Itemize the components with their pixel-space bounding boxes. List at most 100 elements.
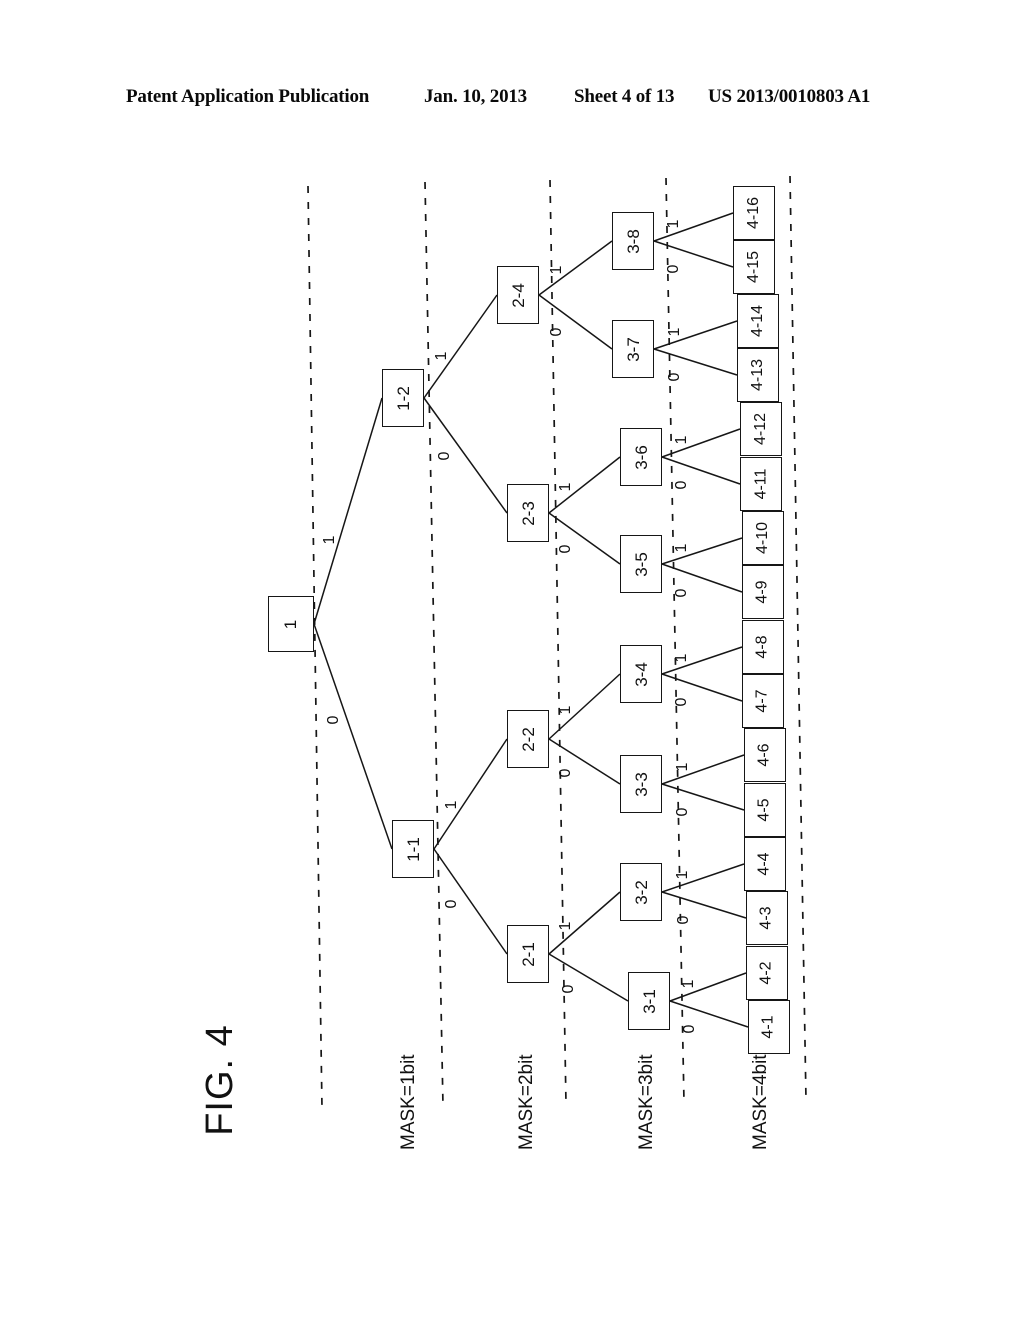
edge-bit-label-n-2-4-to-n-3-7: 0 [547, 327, 565, 337]
tree-node-label: 4-11 [752, 468, 769, 500]
divider-2 [549, 179, 567, 1105]
tree-node-4-14: 4-14 [737, 294, 779, 348]
tree-node-2-1: 2-1 [507, 925, 549, 983]
tree-edge-n-1-1-to-n-2-2 [433, 738, 508, 850]
edge-bit-label-n-3-1-to-n-4-1: 0 [680, 1024, 698, 1034]
tree-node-4-4: 4-4 [744, 837, 786, 891]
tree-node-label: 4-16 [745, 196, 762, 230]
tree-node-label: 4-8 [754, 635, 771, 659]
tree-node-label: 4-14 [749, 304, 766, 338]
tree-node-4-15: 4-15 [733, 240, 775, 294]
edge-bit-label-n-3-6-to-n-4-12: 1 [672, 436, 690, 445]
edge-bit-label-n-2-3-to-n-3-5: 0 [557, 544, 575, 554]
tree-node-label: 4-10 [754, 521, 771, 555]
tree-node-1-2: 1-2 [382, 369, 424, 427]
tree-node-label: 3-5 [631, 551, 651, 577]
tree-node-2-2: 2-2 [507, 710, 549, 768]
mask-column-label-mask-3bit: MASK=3bit [636, 1054, 657, 1150]
mask-column-label-mask-1bit: MASK=1bit [398, 1054, 419, 1150]
tree-edge-n-1-to-n-1-1 [313, 623, 393, 850]
edge-bit-label-n-1-1-to-n-2-2: 1 [442, 800, 460, 810]
tree-node-4-11: 4-11 [740, 457, 782, 511]
edge-bit-label-n-2-1-to-n-3-2: 1 [557, 921, 575, 931]
tree-node-4-3: 4-3 [746, 891, 788, 945]
edge-bit-label-n-3-1-to-n-4-2: 1 [679, 980, 697, 989]
tree-node-2-3: 2-3 [507, 484, 549, 542]
tree-node-label: 1-1 [403, 836, 423, 862]
edge-bit-label-n-3-4-to-n-4-8: 1 [673, 653, 691, 663]
tree-node-4-2: 4-2 [746, 946, 788, 1000]
edge-bit-label-n-2-4-to-n-3-8: 1 [547, 265, 565, 275]
tree-node-label: 3-4 [631, 661, 651, 687]
patent-figure-page: Patent Application Publication Jan. 10, … [0, 0, 1024, 1320]
tree-node-label: 4-6 [756, 743, 773, 767]
tree-node-1: 1 [268, 596, 314, 652]
tree-node-label: 3-3 [631, 771, 651, 797]
mask-column-label-mask-4bit: MASK=4bit [750, 1054, 771, 1150]
tree-node-4-1: 4-1 [748, 1000, 790, 1054]
tree-node-3-4: 3-4 [620, 645, 662, 703]
edge-bit-label-n-3-7-to-n-4-13: 0 [666, 372, 684, 382]
edge-bit-label-n-2-3-to-n-3-6: 1 [557, 482, 575, 492]
edge-bit-label-n-1-1-to-n-2-1: 0 [442, 899, 460, 909]
tree-node-label: 4-3 [758, 906, 775, 930]
tree-node-4-9: 4-9 [742, 565, 784, 619]
tree-node-label: 3-1 [639, 988, 659, 1014]
tree-node-label: 4-4 [756, 852, 773, 876]
tree-node-4-6: 4-6 [744, 728, 786, 782]
edge-bit-label-n-3-3-to-n-4-5: 0 [673, 807, 691, 817]
tree-node-4-10: 4-10 [742, 511, 784, 565]
edge-bit-label-n-3-5-to-n-4-9: 0 [673, 588, 691, 597]
tree-node-label: 3-7 [623, 336, 643, 362]
tree-node-4-12: 4-12 [740, 402, 782, 456]
tree-node-3-8: 3-8 [612, 212, 654, 270]
tree-node-label: 4-2 [758, 961, 775, 985]
edge-bit-label-n-2-1-to-n-3-1: 0 [559, 984, 577, 994]
tree-node-1-1: 1-1 [392, 820, 434, 878]
edge-bit-label-n-2-2-to-n-3-3: 0 [557, 768, 575, 778]
tree-diagram-canvas [0, 0, 1024, 1320]
edge-bit-label-n-1-to-n-1-2: 1 [321, 535, 339, 545]
tree-node-3-7: 3-7 [612, 320, 654, 378]
tree-node-4-7: 4-7 [742, 674, 784, 728]
mask-divider-lines [307, 175, 807, 1109]
tree-node-label: 1-2 [393, 385, 413, 411]
tree-node-4-13: 4-13 [737, 348, 779, 402]
divider-4 [789, 175, 807, 1101]
tree-node-label: 4-9 [754, 580, 771, 604]
edge-bit-label-n-3-7-to-n-4-14: 1 [666, 328, 684, 337]
edge-bit-label-n-1-to-n-1-1: 0 [324, 715, 342, 724]
tree-node-label: 4-12 [752, 412, 769, 446]
tree-node-4-5: 4-5 [744, 783, 786, 837]
tree-node-3-6: 3-6 [620, 428, 662, 486]
edge-bit-label-n-3-3-to-n-4-6: 1 [673, 762, 691, 772]
tree-node-3-3: 3-3 [620, 755, 662, 813]
tree-node-label: 4-15 [745, 250, 762, 284]
edge-bit-label-n-3-6-to-n-4-11: 0 [672, 480, 690, 490]
edge-bit-label-n-1-2-to-n-2-4: 1 [432, 351, 450, 361]
tree-node-3-5: 3-5 [620, 535, 662, 593]
edge-bit-label-n-1-2-to-n-2-3: 0 [436, 451, 454, 461]
tree-node-label: 1 [281, 619, 301, 629]
tree-node-4-16: 4-16 [733, 186, 775, 240]
tree-node-3-2: 3-2 [620, 863, 662, 921]
tree-node-label: 2-1 [518, 941, 538, 967]
tree-node-label: 2-4 [508, 282, 528, 308]
tree-node-label: 4-7 [754, 689, 771, 713]
tree-node-label: 4-1 [760, 1015, 777, 1039]
edge-bit-label-n-3-4-to-n-4-7: 0 [673, 697, 691, 707]
edge-bit-label-n-3-2-to-n-4-4: 1 [673, 871, 691, 880]
edge-bit-label-n-2-2-to-n-3-4: 1 [557, 705, 575, 715]
tree-node-label: 4-5 [756, 798, 773, 822]
mask-column-label-mask-2bit: MASK=2bit [516, 1054, 537, 1150]
tree-node-2-4: 2-4 [497, 266, 539, 324]
tree-node-4-8: 4-8 [742, 620, 784, 674]
tree-node-label: 3-2 [631, 879, 651, 905]
tree-node-label: 3-8 [623, 228, 643, 254]
tree-node-label: 3-6 [631, 444, 651, 470]
tree-node-3-1: 3-1 [628, 972, 670, 1030]
tree-node-label: 2-2 [518, 726, 538, 752]
edge-bit-label-n-3-8-to-n-4-15: 0 [664, 264, 682, 274]
tree-node-label: 4-13 [749, 358, 766, 392]
edge-bit-label-n-3-8-to-n-4-16: 1 [664, 220, 682, 229]
